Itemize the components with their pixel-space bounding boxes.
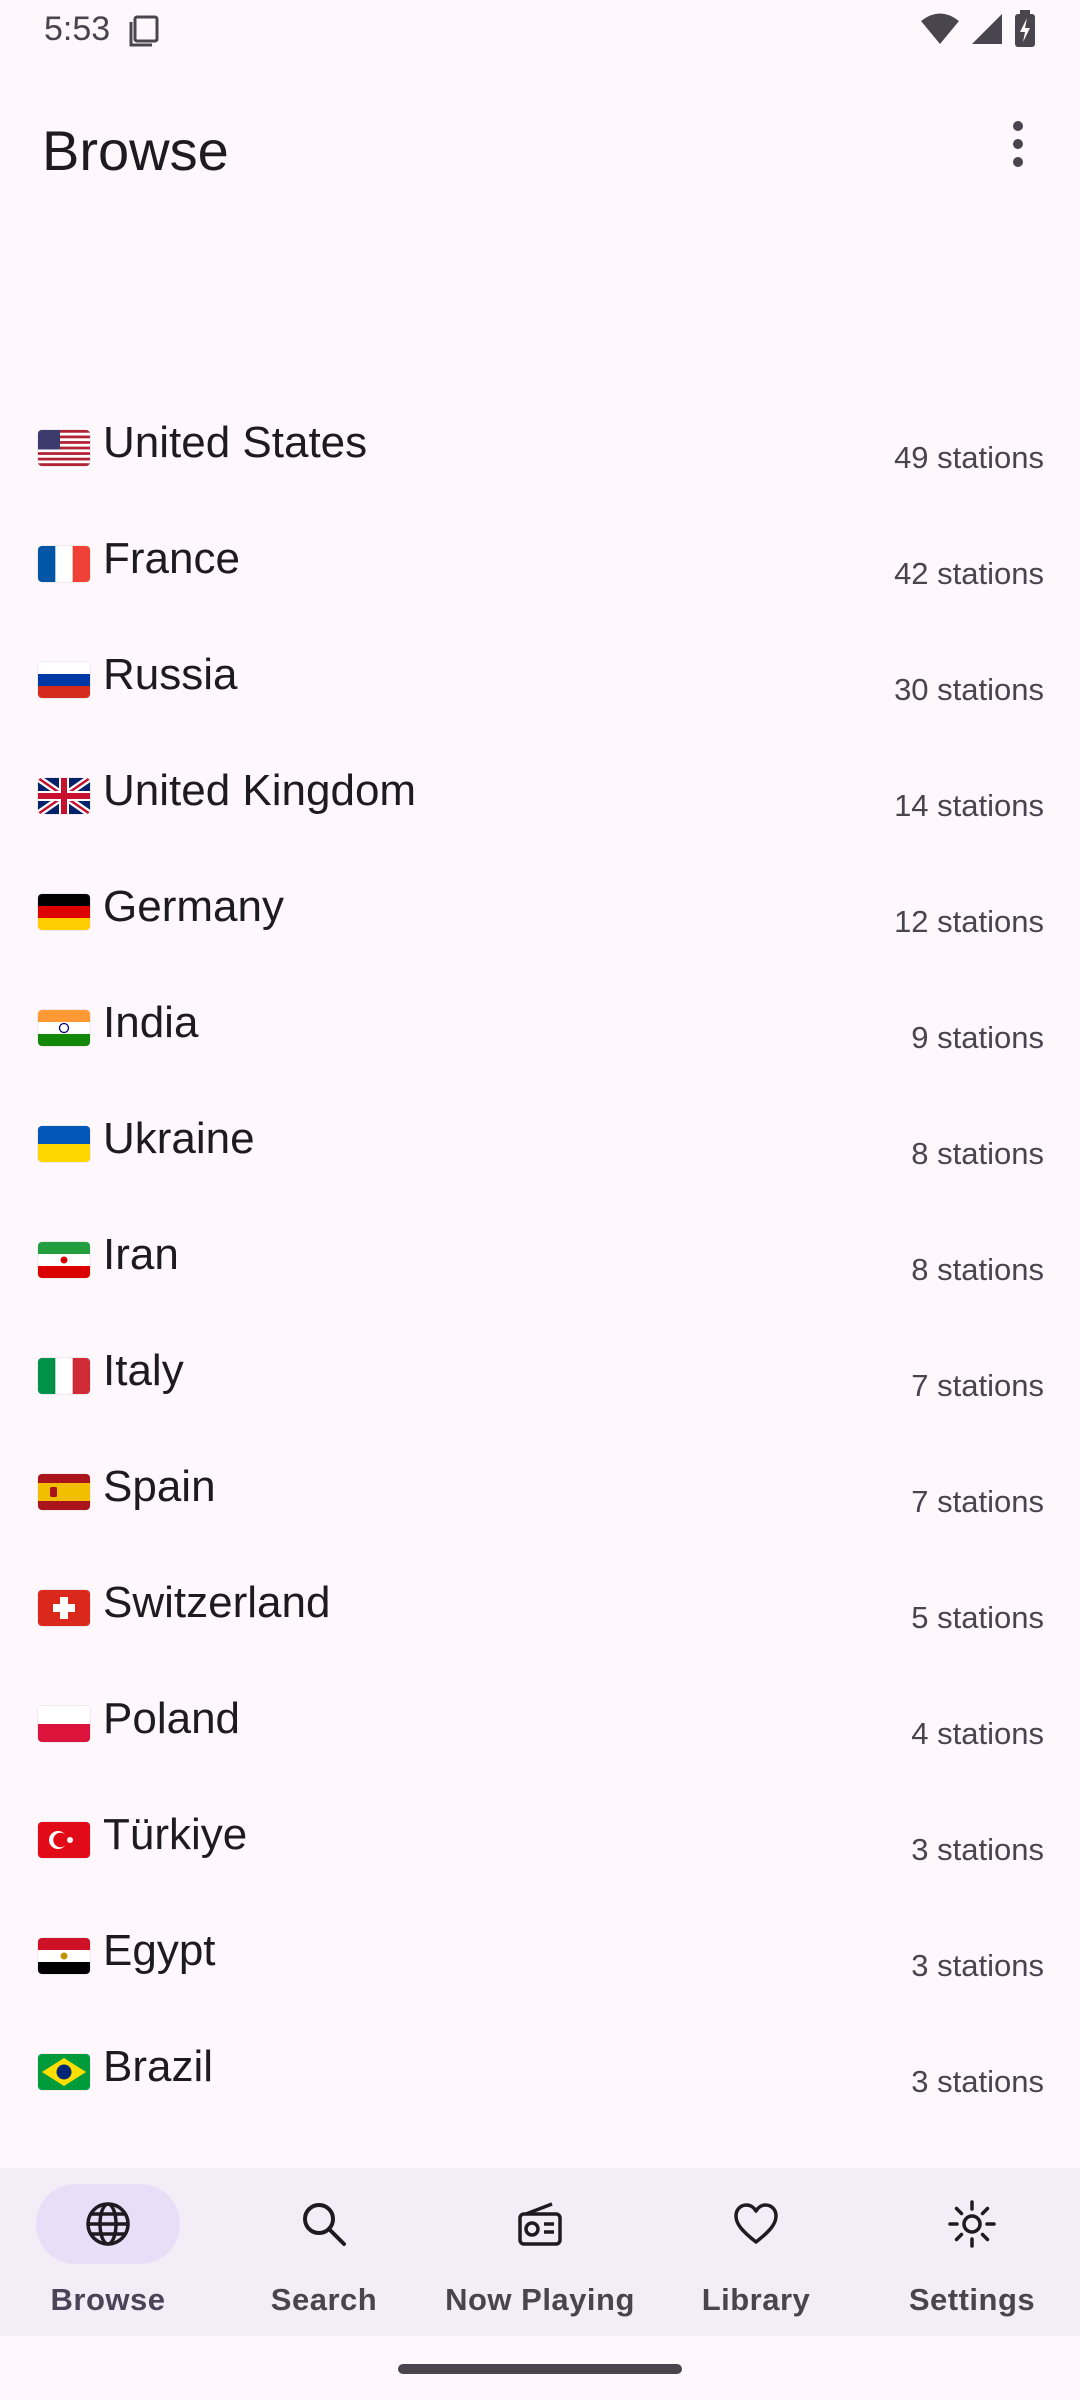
nav-label: Settings [908,2282,1036,2317]
country-name: Italy [103,1346,184,1395]
station-count: 3 stations [911,1832,1044,1867]
nav-label: Library [701,2282,811,2317]
nav-label: Now Playing [445,2282,635,2317]
cell-signal-icon [970,12,1004,51]
station-count: 5 stations [911,1600,1044,1635]
flag-fr-icon [38,546,90,582]
country-row-de[interactable]: Germany 12 stations [0,854,1080,970]
country-row-es[interactable]: Spain 7 stations [0,1434,1080,1550]
more-vert-icon [1010,120,1026,173]
country-name: Türkiye [103,1810,248,1859]
country-row-ru[interactable]: Russia 30 stations [0,622,1080,738]
flag-gb-icon [38,778,90,814]
flag-ch-icon [38,1590,90,1626]
country-row-br[interactable]: Brazil 3 stations [0,2014,1080,2130]
nav-label: Search [270,2282,378,2317]
country-row-fr[interactable]: France 42 stations [0,506,1080,622]
station-count: 42 stations [894,556,1044,591]
station-count: 49 stations [894,440,1044,475]
flag-ua-icon [38,1126,90,1162]
country-row-gb[interactable]: United Kingdom 14 stations [0,738,1080,854]
status-bar: 5:53 [0,0,1080,64]
search-icon [300,2200,348,2248]
status-icons [920,9,1036,53]
settings-sun-icon [948,2200,996,2248]
station-count: 9 stations [911,1020,1044,1055]
station-count: 3 stations [911,1948,1044,1983]
country-row-tr[interactable]: Türkiye 3 stations [0,1782,1080,1898]
station-count: 7 stations [911,1484,1044,1519]
globe-icon [84,2200,132,2248]
country-name: Egypt [103,1926,216,1975]
nav-item-library[interactable]: Library [648,2168,864,2336]
country-row-ir[interactable]: Iran 8 stations [0,1202,1080,1318]
bottom-navigation: Browse Search Now Playing Library Settin… [0,2168,1080,2336]
top-app-bar: Browse [0,90,1080,210]
radio-icon [516,2200,564,2248]
country-row-it[interactable]: Italy 7 stations [0,1318,1080,1434]
country-row-pl[interactable]: Poland 4 stations [0,1666,1080,1782]
station-count: 3 stations [911,2064,1044,2099]
country-name: India [103,998,199,1047]
station-count: 7 stations [911,1368,1044,1403]
country-name: Ukraine [103,1114,255,1163]
flag-it-icon [38,1358,90,1394]
country-row-in[interactable]: India 9 stations [0,970,1080,1086]
screenshot-icon [128,14,160,48]
station-count: 30 stations [894,672,1044,707]
screen: 5:53 Browse United States 49 stations Fr… [0,0,1080,2400]
country-row-ch[interactable]: Switzerland 5 stations [0,1550,1080,1666]
flag-us-icon [38,430,90,466]
nav-item-search[interactable]: Search [216,2168,432,2336]
station-count: 14 stations [894,788,1044,823]
page-title: Browse [42,119,229,182]
station-count: 8 stations [911,1136,1044,1171]
nav-item-browse[interactable]: Browse [0,2168,216,2336]
country-row-us[interactable]: United States 49 stations [0,390,1080,506]
country-name: Germany [103,882,284,931]
country-row-ua[interactable]: Ukraine 8 stations [0,1086,1080,1202]
flag-br-icon [38,2054,90,2090]
heart-icon [732,2200,780,2248]
nav-item-now-playing[interactable]: Now Playing [432,2168,648,2336]
country-name: Iran [103,1230,179,1279]
flag-tr-icon [38,1822,90,1858]
country-name: France [103,534,240,583]
station-count: 12 stations [894,904,1044,939]
country-name: Switzerland [103,1578,331,1627]
country-name: Russia [103,650,238,699]
country-row-eg[interactable]: Egypt 3 stations [0,1898,1080,2014]
flag-eg-icon [38,1938,90,1974]
battery-charging-icon [1014,9,1036,53]
flag-es-icon [38,1474,90,1510]
station-count: 4 stations [911,1716,1044,1751]
nav-item-settings[interactable]: Settings [864,2168,1080,2336]
country-name: United Kingdom [103,766,417,815]
more-options-button[interactable] [982,110,1054,182]
country-name: United States [103,418,368,467]
flag-ir-icon [38,1242,90,1278]
flag-in-icon [38,1010,90,1046]
status-time: 5:53 [44,10,111,48]
station-count: 8 stations [911,1252,1044,1287]
flag-de-icon [38,894,90,930]
flag-ru-icon [38,662,90,698]
flag-pl-icon [38,1706,90,1742]
nav-label: Browse [50,2282,166,2317]
gesture-handle[interactable] [398,2364,682,2374]
country-name: Poland [103,1694,241,1743]
country-name: Brazil [103,2042,214,2091]
country-name: Spain [103,1462,216,1511]
wifi-icon [920,12,960,51]
country-list: United States 49 stations France 42 stat… [0,390,1080,2130]
